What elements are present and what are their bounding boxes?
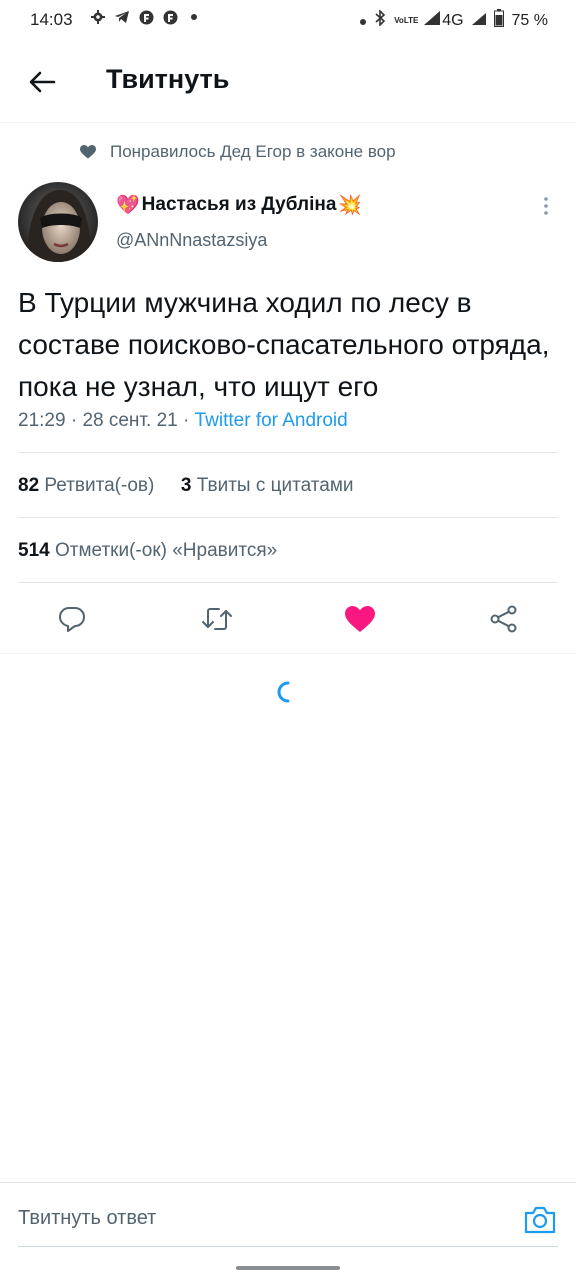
liked-by-row[interactable]: Понравилось Дед Егор в законе вор bbox=[80, 142, 396, 162]
divider bbox=[18, 582, 558, 583]
divider bbox=[18, 517, 558, 518]
page-title: Твитнуть bbox=[106, 64, 230, 94]
more-options-button[interactable] bbox=[536, 194, 556, 218]
tweet-meta: 21:29 · 28 сент. 21 · Twitter for Androi… bbox=[18, 410, 348, 432]
signal-icon bbox=[424, 11, 441, 30]
battery-level: 75 % bbox=[511, 11, 548, 29]
share-button[interactable] bbox=[481, 596, 527, 642]
retweet-button[interactable] bbox=[194, 596, 240, 642]
arrow-left-icon bbox=[29, 71, 56, 93]
divider bbox=[0, 653, 576, 654]
tweet-source-link[interactable]: Twitter for Android bbox=[195, 410, 348, 431]
dot-icon bbox=[360, 12, 367, 30]
volte-icon: VoLTE bbox=[394, 15, 419, 25]
quotes-count: 3 bbox=[180, 475, 192, 496]
gear-icon bbox=[90, 9, 106, 25]
liked-by-text: Понравилось Дед Егор в законе вор bbox=[110, 142, 396, 161]
quotes-label: Твиты с цитатами bbox=[196, 475, 354, 496]
header-divider bbox=[0, 122, 576, 123]
heart-emoji-icon: 💖 bbox=[116, 195, 140, 216]
retweets-label: Ретвита(-ов) bbox=[44, 475, 155, 496]
author-handle[interactable]: @ANnNnastazsiya bbox=[116, 230, 267, 251]
telegram-icon bbox=[114, 9, 130, 25]
comment-icon bbox=[59, 607, 85, 632]
camera-button[interactable] bbox=[522, 1202, 558, 1238]
collision-emoji-icon: 💥 bbox=[338, 195, 363, 216]
heart-icon bbox=[80, 145, 96, 159]
avatar[interactable] bbox=[18, 182, 98, 262]
meta-separator: · bbox=[65, 410, 83, 431]
likes-label: Отметки(-ок) «Нравится» bbox=[54, 540, 278, 561]
tweet-text: В Турции мужчина ходил по лесу в составе… bbox=[18, 287, 550, 402]
retweets-count: 82 bbox=[18, 475, 40, 496]
tweet-date: 28 сент. 21 bbox=[82, 410, 178, 431]
likes-stat[interactable]: 514 Отметки(-ок) «Нравится» bbox=[18, 540, 277, 562]
retweet-icon bbox=[202, 608, 232, 630]
likes-count: 514 bbox=[18, 540, 50, 561]
meta-separator: · bbox=[177, 410, 195, 431]
bluetooth-icon bbox=[374, 9, 386, 31]
back-button[interactable] bbox=[22, 62, 62, 102]
notification-icon bbox=[162, 9, 178, 25]
status-time: 14:03 bbox=[30, 10, 73, 29]
signal-icon bbox=[471, 12, 486, 30]
loading-spinner-icon bbox=[276, 680, 300, 704]
dot-icon bbox=[186, 9, 202, 25]
stats-row: 82 Ретвита(-ов) 3 Твиты с цитатами bbox=[18, 475, 354, 497]
like-button[interactable] bbox=[337, 596, 383, 642]
home-indicator bbox=[236, 1266, 340, 1270]
camera-icon bbox=[524, 1206, 556, 1234]
notification-icon bbox=[138, 9, 154, 25]
reply-input-underline bbox=[18, 1246, 558, 1247]
retweets-stat[interactable]: 82 Ретвита(-ов) bbox=[18, 475, 154, 496]
battery-icon bbox=[493, 9, 504, 32]
author-name-text: Настасья из Дублiна bbox=[141, 194, 337, 215]
share-icon bbox=[490, 605, 517, 633]
tweet-time: 21:29 bbox=[18, 410, 66, 431]
status-icons-right: VoLTE 4G 75 % bbox=[360, 9, 548, 32]
tweet-actions bbox=[0, 596, 576, 642]
heart-filled-icon bbox=[345, 605, 375, 632]
reply-input[interactable]: Твитнуть ответ bbox=[18, 1207, 156, 1230]
status-icons-left bbox=[90, 9, 202, 25]
more-vertical-icon bbox=[544, 197, 548, 215]
divider bbox=[18, 452, 558, 453]
network-type: 4G bbox=[442, 11, 464, 29]
author-name[interactable]: 💖 Настасья из Дублiна 💥 bbox=[116, 193, 362, 217]
reply-button[interactable] bbox=[49, 596, 95, 642]
quotes-stat[interactable]: 3 Твиты с цитатами bbox=[181, 475, 354, 496]
